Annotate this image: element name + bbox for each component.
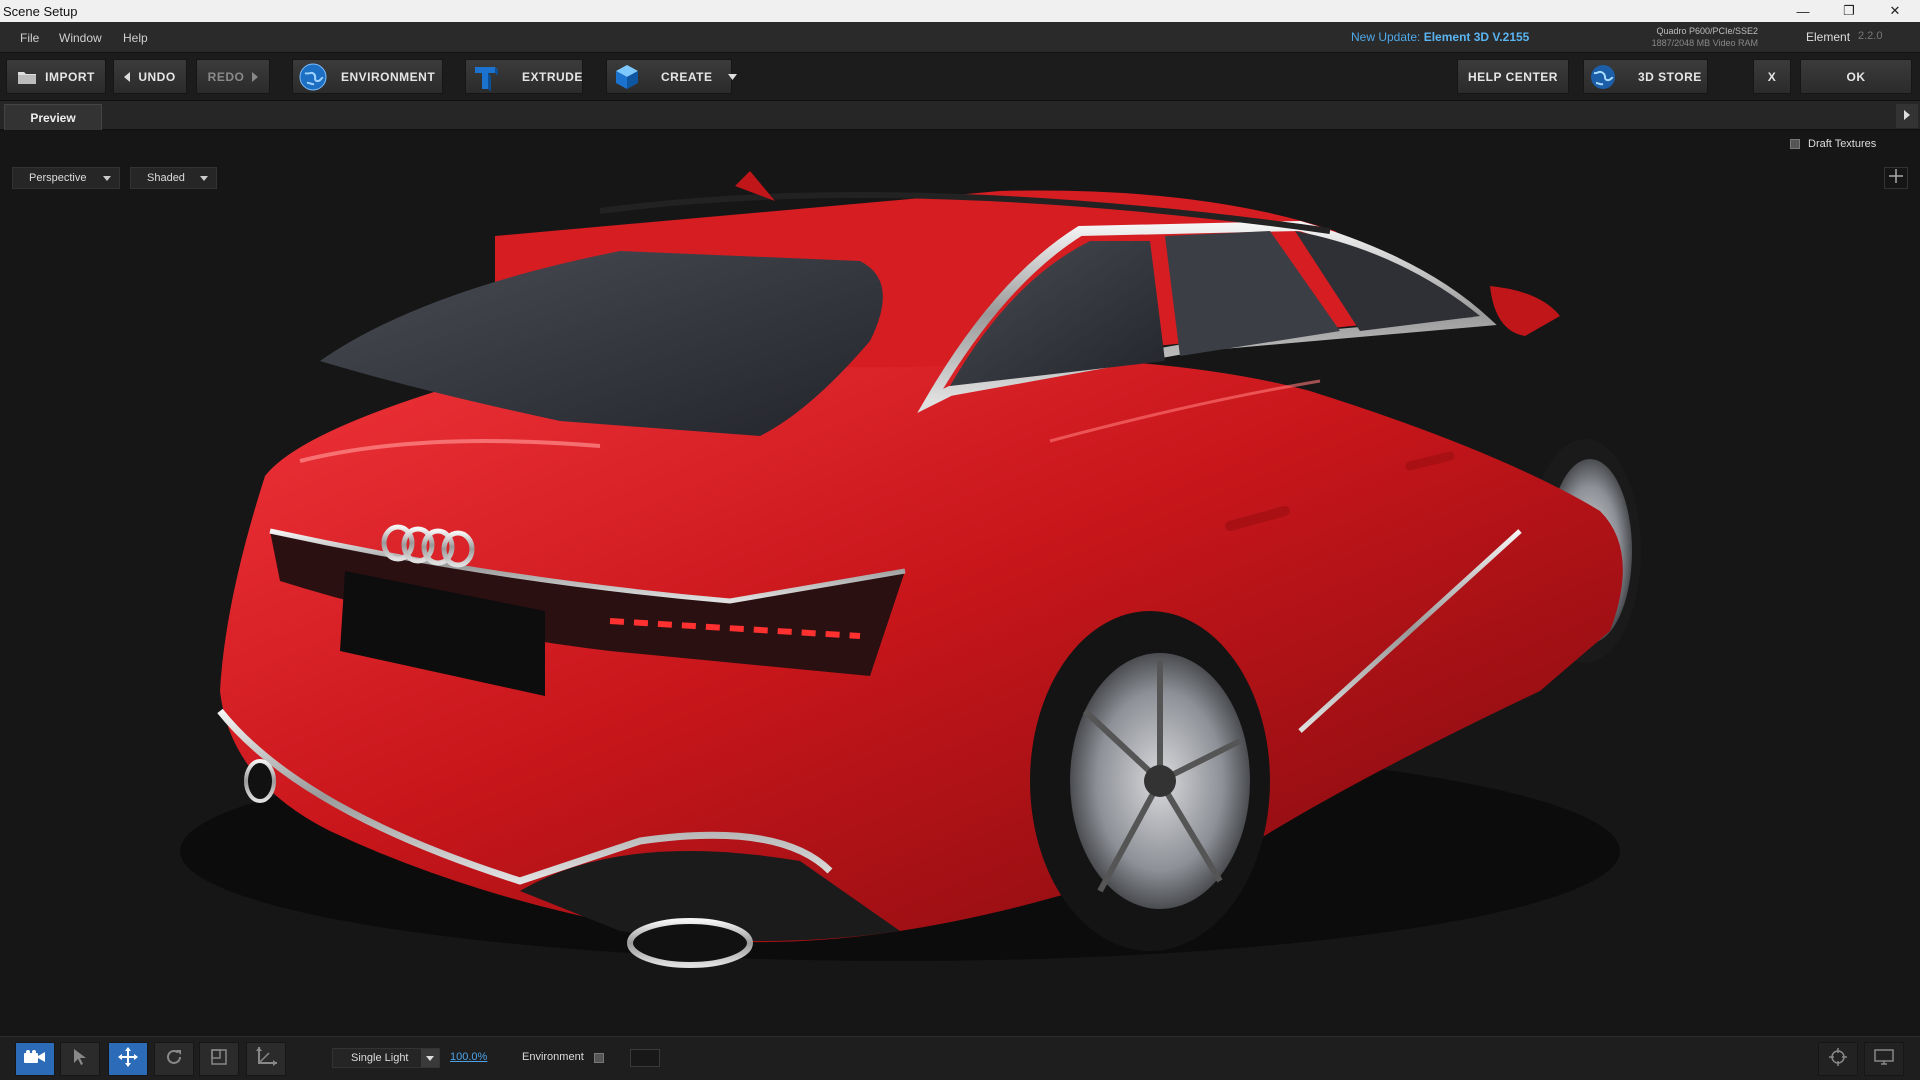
environment-color-swatch[interactable] xyxy=(630,1049,660,1067)
shading-mode-dropdown[interactable]: Shaded xyxy=(130,167,217,189)
light-intensity-value[interactable]: 100.0% xyxy=(450,1051,487,1063)
car-model-render[interactable] xyxy=(0,131,1920,1036)
undo-button[interactable]: UNDO xyxy=(113,59,187,94)
camera-view-dropdown[interactable]: Perspective xyxy=(12,167,120,189)
menu-file[interactable]: File xyxy=(20,31,39,45)
chevron-down-icon xyxy=(103,176,111,181)
create-dropdown-button[interactable]: CREATE xyxy=(606,59,738,94)
close-window-button[interactable]: ✕ xyxy=(1872,0,1918,22)
draft-textures-toggle[interactable]: Draft Textures xyxy=(1790,138,1876,150)
menu-help[interactable]: Help xyxy=(123,31,148,45)
shading-mode-value: Shaded xyxy=(147,172,185,184)
globe-icon xyxy=(299,63,327,91)
chevron-down-icon xyxy=(728,73,738,80)
minimize-button[interactable]: — xyxy=(1780,0,1826,22)
scale-tool-button[interactable] xyxy=(199,1042,239,1076)
app-name: Element xyxy=(1806,30,1851,44)
cancel-label: X xyxy=(1767,69,1777,84)
move-icon xyxy=(118,1046,138,1072)
redo-button[interactable]: REDO xyxy=(196,59,270,94)
camera-tool-button[interactable] xyxy=(15,1042,55,1076)
bottom-toolbar: Single Light 100.0% Environment xyxy=(0,1036,1920,1080)
tab-preview[interactable]: Preview xyxy=(4,104,102,130)
help-center-button[interactable]: HELP CENTER xyxy=(1457,59,1569,94)
maximize-viewport-button[interactable] xyxy=(1884,167,1908,189)
extrude-button[interactable]: EXTRUDE xyxy=(465,59,583,94)
video-ram: 1887/2048 MB Video RAM xyxy=(1651,38,1758,48)
chevron-right-icon xyxy=(1904,107,1910,125)
3d-store-label: 3D STORE xyxy=(1638,69,1702,84)
title-bar: Scene Setup — ❐ ✕ xyxy=(0,0,1920,22)
redo-label: REDO xyxy=(207,69,245,84)
extrude-t-icon xyxy=(472,63,500,91)
draft-textures-checkbox[interactable] xyxy=(1790,139,1800,149)
scale-icon xyxy=(211,1048,227,1070)
undo-arrow-icon xyxy=(124,71,131,82)
cancel-button[interactable]: X xyxy=(1753,59,1791,94)
chevron-down-icon xyxy=(200,176,208,181)
monitor-icon xyxy=(1874,1048,1894,1070)
menu-bar: File Window Help New Update: Element 3D … xyxy=(0,22,1920,52)
tab-strip: Preview xyxy=(0,100,1920,130)
gpu-info: Quadro P600/PCIe/SSE2 1887/2048 MB Video… xyxy=(1620,25,1758,49)
rotate-icon xyxy=(165,1048,183,1071)
update-prefix: New Update: xyxy=(1351,30,1421,44)
environment-checkbox[interactable] xyxy=(594,1053,604,1063)
help-center-label: HELP CENTER xyxy=(1468,69,1558,84)
folder-icon xyxy=(17,69,37,85)
store-globe-icon xyxy=(1590,64,1616,90)
main-toolbar: IMPORT UNDO REDO ENVIRONMENT EXTRUDE CRE… xyxy=(0,52,1920,100)
restore-button[interactable]: ❐ xyxy=(1826,0,1872,22)
camera-icon xyxy=(24,1049,46,1069)
scene-setup-window: Scene Setup — ❐ ✕ File Window Help New U… xyxy=(0,0,1920,1080)
crosshair-icon xyxy=(1889,168,1903,188)
create-label: CREATE xyxy=(661,69,713,84)
menu-window[interactable]: Window xyxy=(59,31,102,45)
display-settings-button[interactable] xyxy=(1864,1042,1904,1076)
render-settings-button[interactable] xyxy=(1818,1042,1858,1076)
import-label: IMPORT xyxy=(45,69,95,84)
select-tool-button[interactable] xyxy=(60,1042,100,1076)
axis-tool-button[interactable] xyxy=(246,1042,286,1076)
ok-label: OK xyxy=(1846,69,1866,84)
ok-button[interactable]: OK xyxy=(1800,59,1912,94)
tab-scroll-right[interactable] xyxy=(1896,104,1918,128)
environment-label: ENVIRONMENT xyxy=(341,69,436,84)
chevron-down-icon xyxy=(421,1049,439,1067)
rotate-tool-button[interactable] xyxy=(154,1042,194,1076)
viewport-header: Draft Textures xyxy=(0,131,1920,159)
lighting-value: Single Light xyxy=(351,1052,409,1064)
environment-button[interactable]: ENVIRONMENT xyxy=(292,59,443,94)
move-tool-button[interactable] xyxy=(108,1042,148,1076)
update-notice[interactable]: New Update: Element 3D V.2155 xyxy=(1351,30,1529,44)
camera-view-value: Perspective xyxy=(29,172,87,184)
axis-icon xyxy=(255,1046,277,1072)
3d-store-button[interactable]: 3D STORE xyxy=(1583,59,1708,94)
app-version: 2.2.0 xyxy=(1858,30,1883,42)
window-title: Scene Setup xyxy=(3,4,78,19)
extrude-label: EXTRUDE xyxy=(522,69,583,84)
3d-viewport[interactable]: Draft Textures Perspective Shaded xyxy=(0,131,1920,1036)
cube-icon xyxy=(613,63,641,91)
import-button[interactable]: IMPORT xyxy=(6,59,106,94)
select-icon xyxy=(74,1048,86,1070)
gpu-name: Quadro P600/PCIe/SSE2 xyxy=(1656,26,1758,36)
lighting-dropdown[interactable]: Single Light xyxy=(332,1048,440,1068)
update-version-link[interactable]: Element 3D V.2155 xyxy=(1424,30,1530,44)
redo-arrow-icon xyxy=(252,71,259,82)
undo-label: UNDO xyxy=(138,69,176,84)
draft-textures-label: Draft Textures xyxy=(1808,138,1877,150)
target-icon xyxy=(1829,1047,1847,1071)
environment-toggle-label: Environment xyxy=(522,1051,584,1063)
